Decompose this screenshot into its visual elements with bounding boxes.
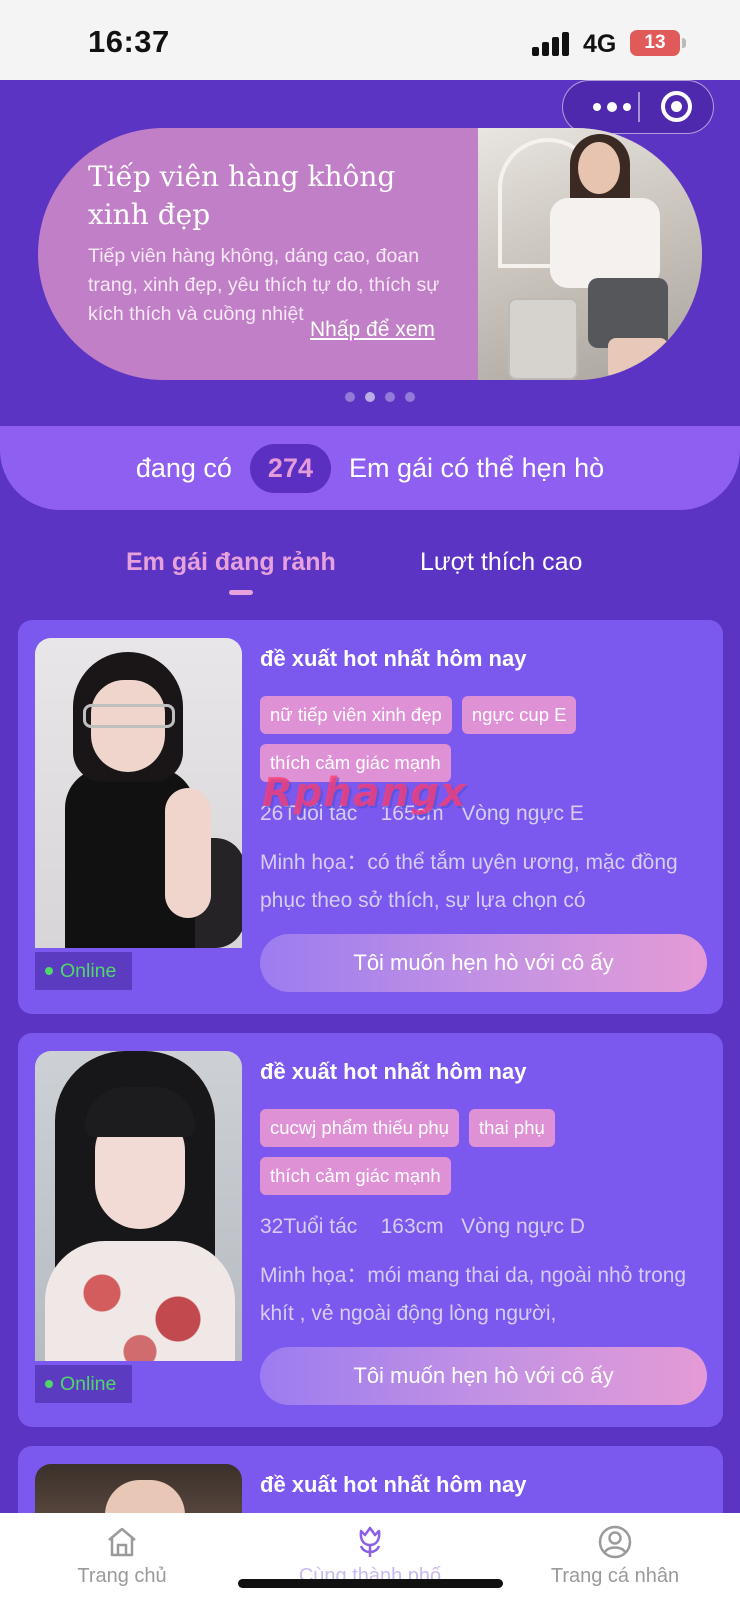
more-icon[interactable] bbox=[583, 81, 641, 132]
available-count: 274 bbox=[249, 443, 331, 493]
home-icon bbox=[108, 1527, 136, 1557]
banner-title: Tiếp viên hàng không xinh đẹp bbox=[88, 160, 396, 231]
tab-popular[interactable]: Lượt thích cao bbox=[420, 548, 582, 577]
count-suffix: Em gái có thể hẹn hò bbox=[348, 452, 605, 483]
tag: nữ tiếp viên xinh đẹp bbox=[260, 696, 452, 734]
count-prefix: đang có bbox=[135, 452, 232, 483]
flower-icon bbox=[359, 1526, 381, 1557]
signal-icon bbox=[532, 32, 572, 56]
tag-list: cucwj phẩm thiếu phụ thai phụ thích cảm … bbox=[260, 1109, 710, 1195]
nav-profile[interactable]: Trang cá nhân bbox=[515, 1513, 715, 1600]
watermark: Rphangx bbox=[262, 770, 467, 816]
card-title: đề xuất hot nhất hôm nay bbox=[260, 1059, 527, 1084]
capsule-divider bbox=[638, 92, 640, 122]
tab-bar: Em gái đang rảnh Lượt thích cao bbox=[0, 548, 740, 598]
close-miniprogram-icon[interactable] bbox=[661, 91, 692, 122]
banner-pagination bbox=[0, 392, 740, 402]
pagination-dot[interactable] bbox=[405, 392, 415, 402]
profile-photo[interactable] bbox=[35, 638, 242, 948]
online-label: Online bbox=[60, 959, 117, 982]
profile-photo[interactable] bbox=[35, 1051, 242, 1361]
home-indicator[interactable] bbox=[238, 1579, 503, 1588]
profile-stats: 32Tuổi tác 163cm Vòng ngực D bbox=[260, 1215, 585, 1238]
banner-image bbox=[478, 128, 702, 380]
tag: cucwj phẩm thiếu phụ bbox=[260, 1109, 459, 1147]
tag: thích cảm giác mạnh bbox=[260, 1157, 451, 1195]
online-dot-icon bbox=[45, 967, 53, 975]
online-label: Online bbox=[60, 1372, 117, 1395]
nav-home[interactable]: Trang chủ bbox=[22, 1513, 222, 1600]
promo-banner[interactable]: Tiếp viên hàng không xinh đẹp Tiếp viên … bbox=[38, 128, 702, 380]
battery-level: 13 bbox=[644, 32, 666, 53]
profile-card[interactable]: Online đề xuất hot nhất hôm nay nữ tiếp … bbox=[18, 620, 723, 1014]
tab-available[interactable]: Em gái đang rảnh bbox=[126, 548, 336, 577]
tag: thai phụ bbox=[468, 1109, 555, 1147]
available-count-bar: đang có 274 Em gái có thể hẹn hò bbox=[0, 426, 740, 510]
profile-card[interactable]: đề xuất hot nhất hôm nay bbox=[18, 1446, 723, 1524]
battery-icon: 13 bbox=[630, 30, 686, 56]
pagination-dot[interactable] bbox=[385, 392, 395, 402]
nav-home-label: Trang chủ bbox=[77, 1565, 167, 1587]
status-bar: 16:37 4G 13 bbox=[0, 0, 740, 80]
date-request-button[interactable]: Tôi muốn hẹn hò với cô ấy bbox=[260, 934, 707, 992]
card-title: đề xuất hot nhất hôm nay bbox=[260, 646, 527, 671]
profile-card[interactable]: Online đề xuất hot nhất hôm nay cucwj ph… bbox=[18, 1033, 723, 1427]
banner-view-link[interactable]: Nhấp để xem bbox=[310, 318, 435, 342]
profile-description: Minh họa：mói mang thai da, ngoài nhỏ tro… bbox=[260, 1264, 687, 1325]
tag: ngực cup E bbox=[461, 696, 577, 734]
miniprogram-capsule bbox=[562, 80, 714, 134]
user-icon bbox=[598, 1525, 632, 1559]
online-badge: Online bbox=[35, 952, 132, 990]
status-time: 16:37 bbox=[88, 24, 170, 59]
pagination-dot[interactable] bbox=[345, 392, 355, 402]
profile-description: Minh họa：có thể tắm uyên ương, mặc đồng … bbox=[260, 851, 678, 912]
active-tab-indicator bbox=[229, 590, 253, 595]
online-dot-icon bbox=[45, 1380, 53, 1388]
card-title: đề xuất hot nhất hôm nay bbox=[260, 1472, 527, 1497]
pagination-dot[interactable] bbox=[365, 392, 375, 402]
banner-description: Tiếp viên hàng không, dáng cao, đoan tra… bbox=[88, 245, 440, 325]
nav-profile-label: Trang cá nhân bbox=[550, 1565, 680, 1587]
date-request-button[interactable]: Tôi muốn hẹn hò với cô ấy bbox=[260, 1347, 707, 1405]
network-type: 4G bbox=[583, 30, 617, 58]
online-badge: Online bbox=[35, 1365, 132, 1403]
